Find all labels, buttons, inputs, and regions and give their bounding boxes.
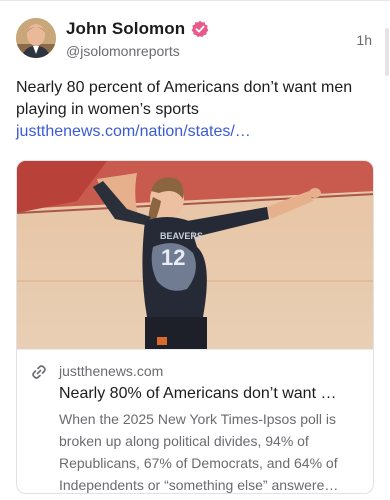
card-image[interactable]: BEAVERS 12 bbox=[17, 161, 373, 349]
jersey-number: 12 bbox=[161, 245, 185, 270]
scrollbar[interactable] bbox=[385, 28, 389, 76]
link-icon bbox=[31, 364, 47, 380]
post-text: Nearly 80 percent of Americans don’t wan… bbox=[16, 79, 353, 118]
post[interactable]: John Solomon @jsolomonreports 1h Nearly … bbox=[0, 0, 390, 500]
card-description: When the 2025 New York Times-Ipsos poll … bbox=[59, 411, 339, 493]
top-divider bbox=[0, 0, 390, 1]
card-domain: justthenews.com bbox=[59, 363, 164, 379]
card-title[interactable]: Nearly 80% of Americans don’t want … bbox=[59, 383, 363, 405]
verified-badge-icon bbox=[191, 20, 209, 38]
avatar[interactable] bbox=[16, 18, 56, 58]
timestamp: 1h bbox=[356, 32, 372, 48]
link-preview-card[interactable]: BEAVERS 12 justthenews.com Nearly 80% of… bbox=[16, 160, 374, 494]
svg-text:BEAVERS: BEAVERS bbox=[160, 231, 203, 241]
post-link[interactable]: justthenews.com/nation/states/… bbox=[16, 121, 251, 143]
card-meta[interactable]: justthenews.com Nearly 80% of Americans … bbox=[17, 349, 373, 493]
name-row: John Solomon bbox=[66, 18, 209, 40]
handle[interactable]: @jsolomonreports bbox=[66, 43, 180, 59]
display-name[interactable]: John Solomon bbox=[66, 19, 185, 39]
post-header: John Solomon @jsolomonreports 1h bbox=[16, 18, 374, 62]
